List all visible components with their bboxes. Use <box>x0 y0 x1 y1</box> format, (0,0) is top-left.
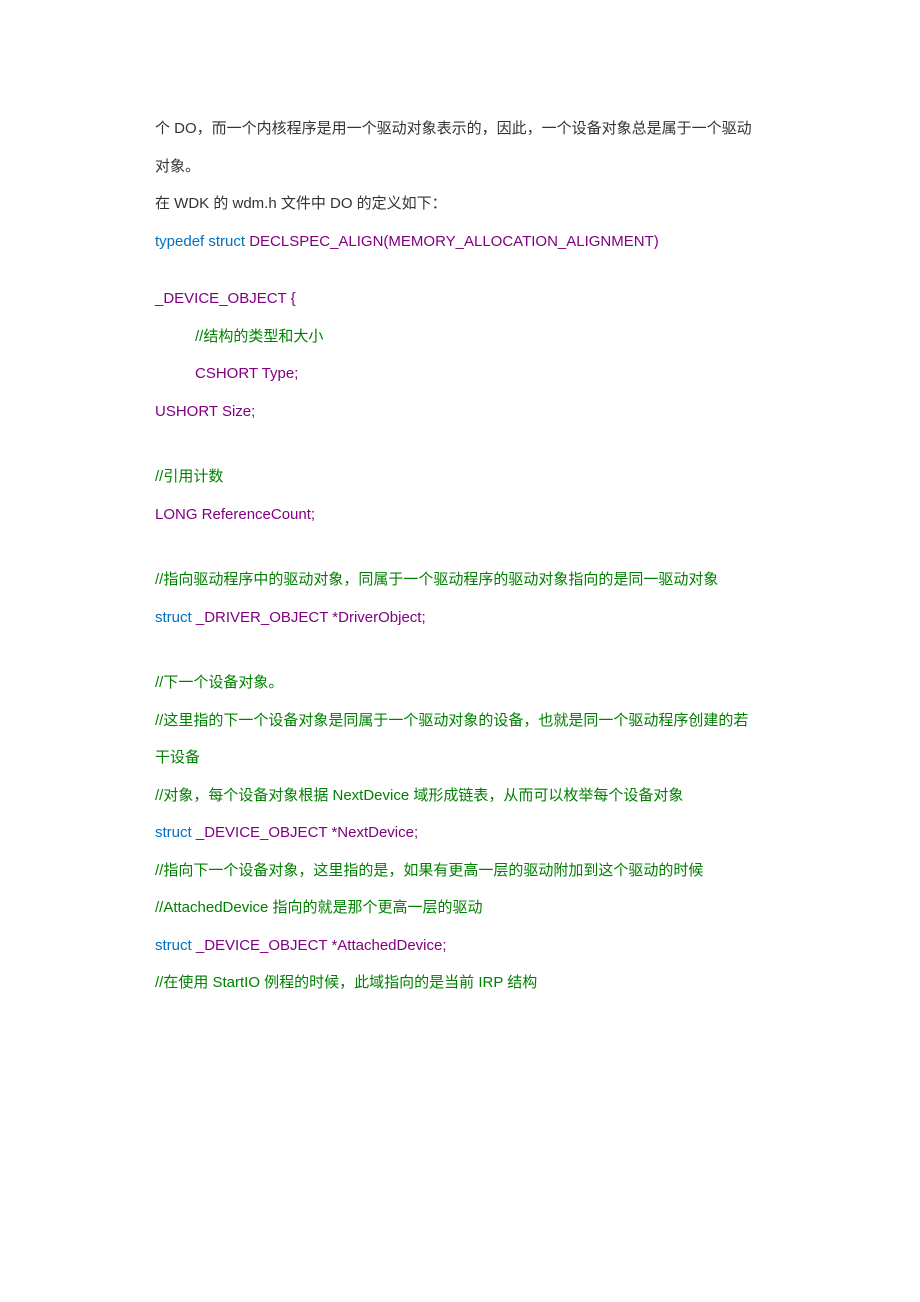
code-segment: _DEVICE_OBJECT *NextDevice; <box>192 824 418 841</box>
code-segment: typedef struct <box>155 233 245 250</box>
code-segment: //下一个设备对象。 <box>155 674 283 691</box>
code-segment: //引用计数 <box>155 468 223 485</box>
code-segment: 个 DO，而一个内核程序是用一个驱动对象表示的，因此，一个设备对象总是属于一个驱… <box>155 120 752 137</box>
code-segment: _DEVICE_OBJECT *AttachedDevice; <box>192 937 447 954</box>
code-line: //指向驱动程序中的驱动对象，同属于一个驱动程序的驱动对象指向的是同一驱动对象 <box>155 561 765 599</box>
code-segment: 在 WDK 的 wdm.h 文件中 DO 的定义如下： <box>155 195 447 212</box>
code-line: 个 DO，而一个内核程序是用一个驱动对象表示的，因此，一个设备对象总是属于一个驱… <box>155 110 765 148</box>
code-line: 干设备 <box>155 739 765 777</box>
code-line <box>155 260 765 280</box>
code-line: //指向下一个设备对象，这里指的是，如果有更高一层的驱动附加到这个驱动的时候 <box>155 852 765 890</box>
code-segment: //指向下一个设备对象，这里指的是，如果有更高一层的驱动附加到这个驱动的时候 <box>155 862 703 879</box>
code-segment: LONG ReferenceCount; <box>155 506 315 523</box>
code-line: LONG ReferenceCount; <box>155 496 765 534</box>
code-line: //在使用 StartIO 例程的时候，此域指向的是当前 IRP 结构 <box>155 964 765 1002</box>
code-line: USHORT Size; <box>155 393 765 431</box>
code-line <box>155 533 765 561</box>
code-segment: //AttachedDevice 指向的就是那个更高一层的驱动 <box>155 899 483 916</box>
code-segment: DECLSPEC_ALIGN(MEMORY_ALLOCATION_ALIGNME… <box>245 233 659 250</box>
code-segment: _DRIVER_OBJECT *DriverObject; <box>192 609 426 626</box>
code-segment: //结构的类型和大小 <box>195 328 323 345</box>
code-line: struct _DEVICE_OBJECT *AttachedDevice; <box>155 927 765 965</box>
code-segment: struct <box>155 609 192 626</box>
code-line: CSHORT Type; <box>155 355 765 393</box>
code-line: //对象，每个设备对象根据 NextDevice 域形成链表，从而可以枚举每个设… <box>155 777 765 815</box>
code-line: typedef struct DECLSPEC_ALIGN(MEMORY_ALL… <box>155 223 765 261</box>
code-line: struct _DEVICE_OBJECT *NextDevice; <box>155 814 765 852</box>
document-page: 个 DO，而一个内核程序是用一个驱动对象表示的，因此，一个设备对象总是属于一个驱… <box>0 0 920 1082</box>
code-line: //这里指的下一个设备对象是同属于一个驱动对象的设备，也就是同一个驱动程序创建的… <box>155 702 765 740</box>
code-line: //下一个设备对象。 <box>155 664 765 702</box>
code-segment: //指向驱动程序中的驱动对象，同属于一个驱动程序的驱动对象指向的是同一驱动对象 <box>155 571 718 588</box>
code-segment: struct <box>155 937 192 954</box>
code-segment: struct <box>155 824 192 841</box>
code-segment: //在使用 StartIO 例程的时候，此域指向的是当前 IRP 结构 <box>155 974 537 991</box>
code-segment: _DEVICE_OBJECT { <box>155 290 296 307</box>
code-segment: CSHORT Type; <box>195 365 298 382</box>
code-segment: 对象。 <box>155 158 200 175</box>
code-line <box>155 430 765 458</box>
code-segment: //对象，每个设备对象根据 NextDevice 域形成链表，从而可以枚举每个设… <box>155 787 683 804</box>
code-line <box>155 636 765 664</box>
code-segment: 干设备 <box>155 749 200 766</box>
code-line: 对象。 <box>155 148 765 186</box>
code-line: 在 WDK 的 wdm.h 文件中 DO 的定义如下： <box>155 185 765 223</box>
code-segment: USHORT Size; <box>155 403 255 420</box>
code-line: //结构的类型和大小 <box>155 318 765 356</box>
code-segment: //这里指的下一个设备对象是同属于一个驱动对象的设备，也就是同一个驱动程序创建的… <box>155 712 748 729</box>
code-line: //引用计数 <box>155 458 765 496</box>
code-line: struct _DRIVER_OBJECT *DriverObject; <box>155 599 765 637</box>
code-line: //AttachedDevice 指向的就是那个更高一层的驱动 <box>155 889 765 927</box>
code-line: _DEVICE_OBJECT { <box>155 280 765 318</box>
